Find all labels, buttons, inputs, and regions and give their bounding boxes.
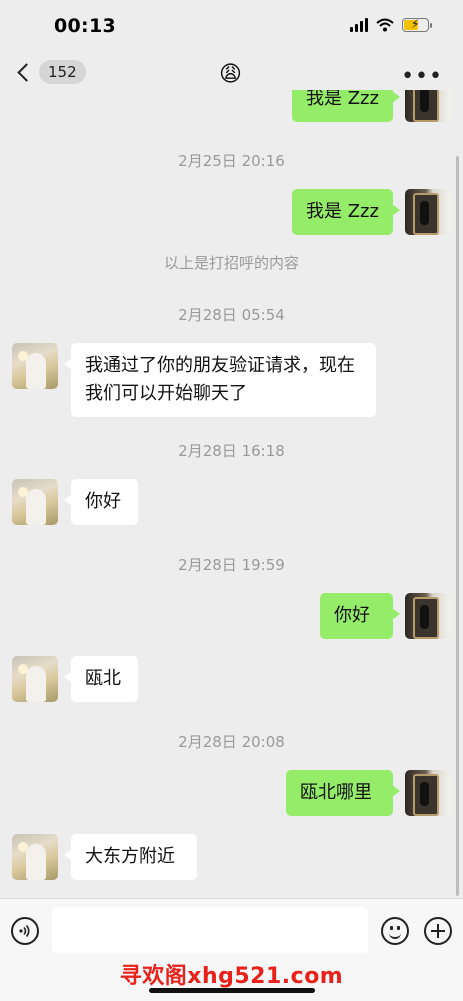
signal-icon (350, 18, 368, 32)
battery-icon: ⚡ (402, 17, 432, 32)
avatar[interactable] (12, 834, 58, 880)
emoji-button[interactable] (381, 917, 409, 945)
message-text: 你好 (85, 491, 121, 512)
watermark: 寻欢阁xhg521.com (119, 964, 344, 989)
timestamp: 2月28日 05:54 (178, 306, 285, 324)
avatar[interactable] (12, 479, 58, 525)
chevron-left-icon (17, 62, 36, 82)
message-input[interactable] (52, 907, 368, 953)
avatar[interactable] (405, 90, 451, 122)
system-note: 以上是打招呼的内容 (163, 254, 299, 272)
avatar[interactable] (405, 189, 451, 235)
back-button[interactable]: 152 (14, 60, 86, 84)
timestamp: 2月25日 20:16 (178, 152, 285, 170)
message-text: 我是 Zzz (306, 201, 379, 222)
message-bubble-outgoing[interactable]: 瓯北哪里 (286, 770, 400, 816)
timestamp: 2月28日 20:08 (178, 733, 285, 751)
more-button[interactable]: ••• (401, 64, 443, 89)
avatar[interactable] (12, 656, 58, 702)
message-list[interactable]: 我是 Zzz 2月25日 20:16 我是 Zzz 以上是打招呼的内容 2月28… (0, 90, 463, 898)
message-text: 大东方附近 (85, 846, 175, 867)
avatar[interactable] (405, 770, 451, 816)
timestamp: 2月28日 16:18 (178, 442, 285, 460)
wifi-icon (376, 18, 394, 32)
smiley-icon (389, 931, 401, 939)
avatar[interactable] (12, 343, 58, 389)
message-text: 我是 Zzz (306, 90, 379, 109)
message-bubble-incoming[interactable]: 你好 (64, 479, 138, 525)
unread-count-badge: 152 (39, 60, 86, 84)
status-bar: 00:13 ⚡ (0, 0, 463, 50)
voice-input-button[interactable] (11, 917, 39, 945)
more-actions-button[interactable] (424, 917, 452, 945)
message-bubble-outgoing[interactable]: 我是 Zzz (292, 189, 400, 235)
avatar[interactable] (405, 593, 451, 639)
chat-title: 😩 (219, 62, 242, 87)
timestamp: 2月28日 19:59 (178, 556, 285, 574)
message-bubble-incoming[interactable]: 瓯北 (64, 656, 138, 702)
status-icons: ⚡ (350, 17, 432, 32)
voice-icon (19, 924, 30, 938)
message-bubble-incoming[interactable]: 大东方附近 (64, 834, 197, 880)
message-text: 我通过了你的朋友验证请求，现在我们可以开始聊天了 (85, 355, 355, 404)
message-bubble-outgoing[interactable]: 你好 (320, 593, 400, 639)
message-bubble-outgoing[interactable]: 我是 Zzz (292, 90, 400, 122)
message-text: 瓯北哪里 (300, 782, 372, 803)
status-time: 00:13 (54, 15, 116, 37)
message-text: 瓯北 (85, 668, 121, 689)
home-indicator[interactable] (149, 988, 315, 993)
message-bubble-incoming[interactable]: 我通过了你的朋友验证请求，现在我们可以开始聊天了 (64, 343, 376, 417)
message-text: 你好 (334, 605, 370, 626)
